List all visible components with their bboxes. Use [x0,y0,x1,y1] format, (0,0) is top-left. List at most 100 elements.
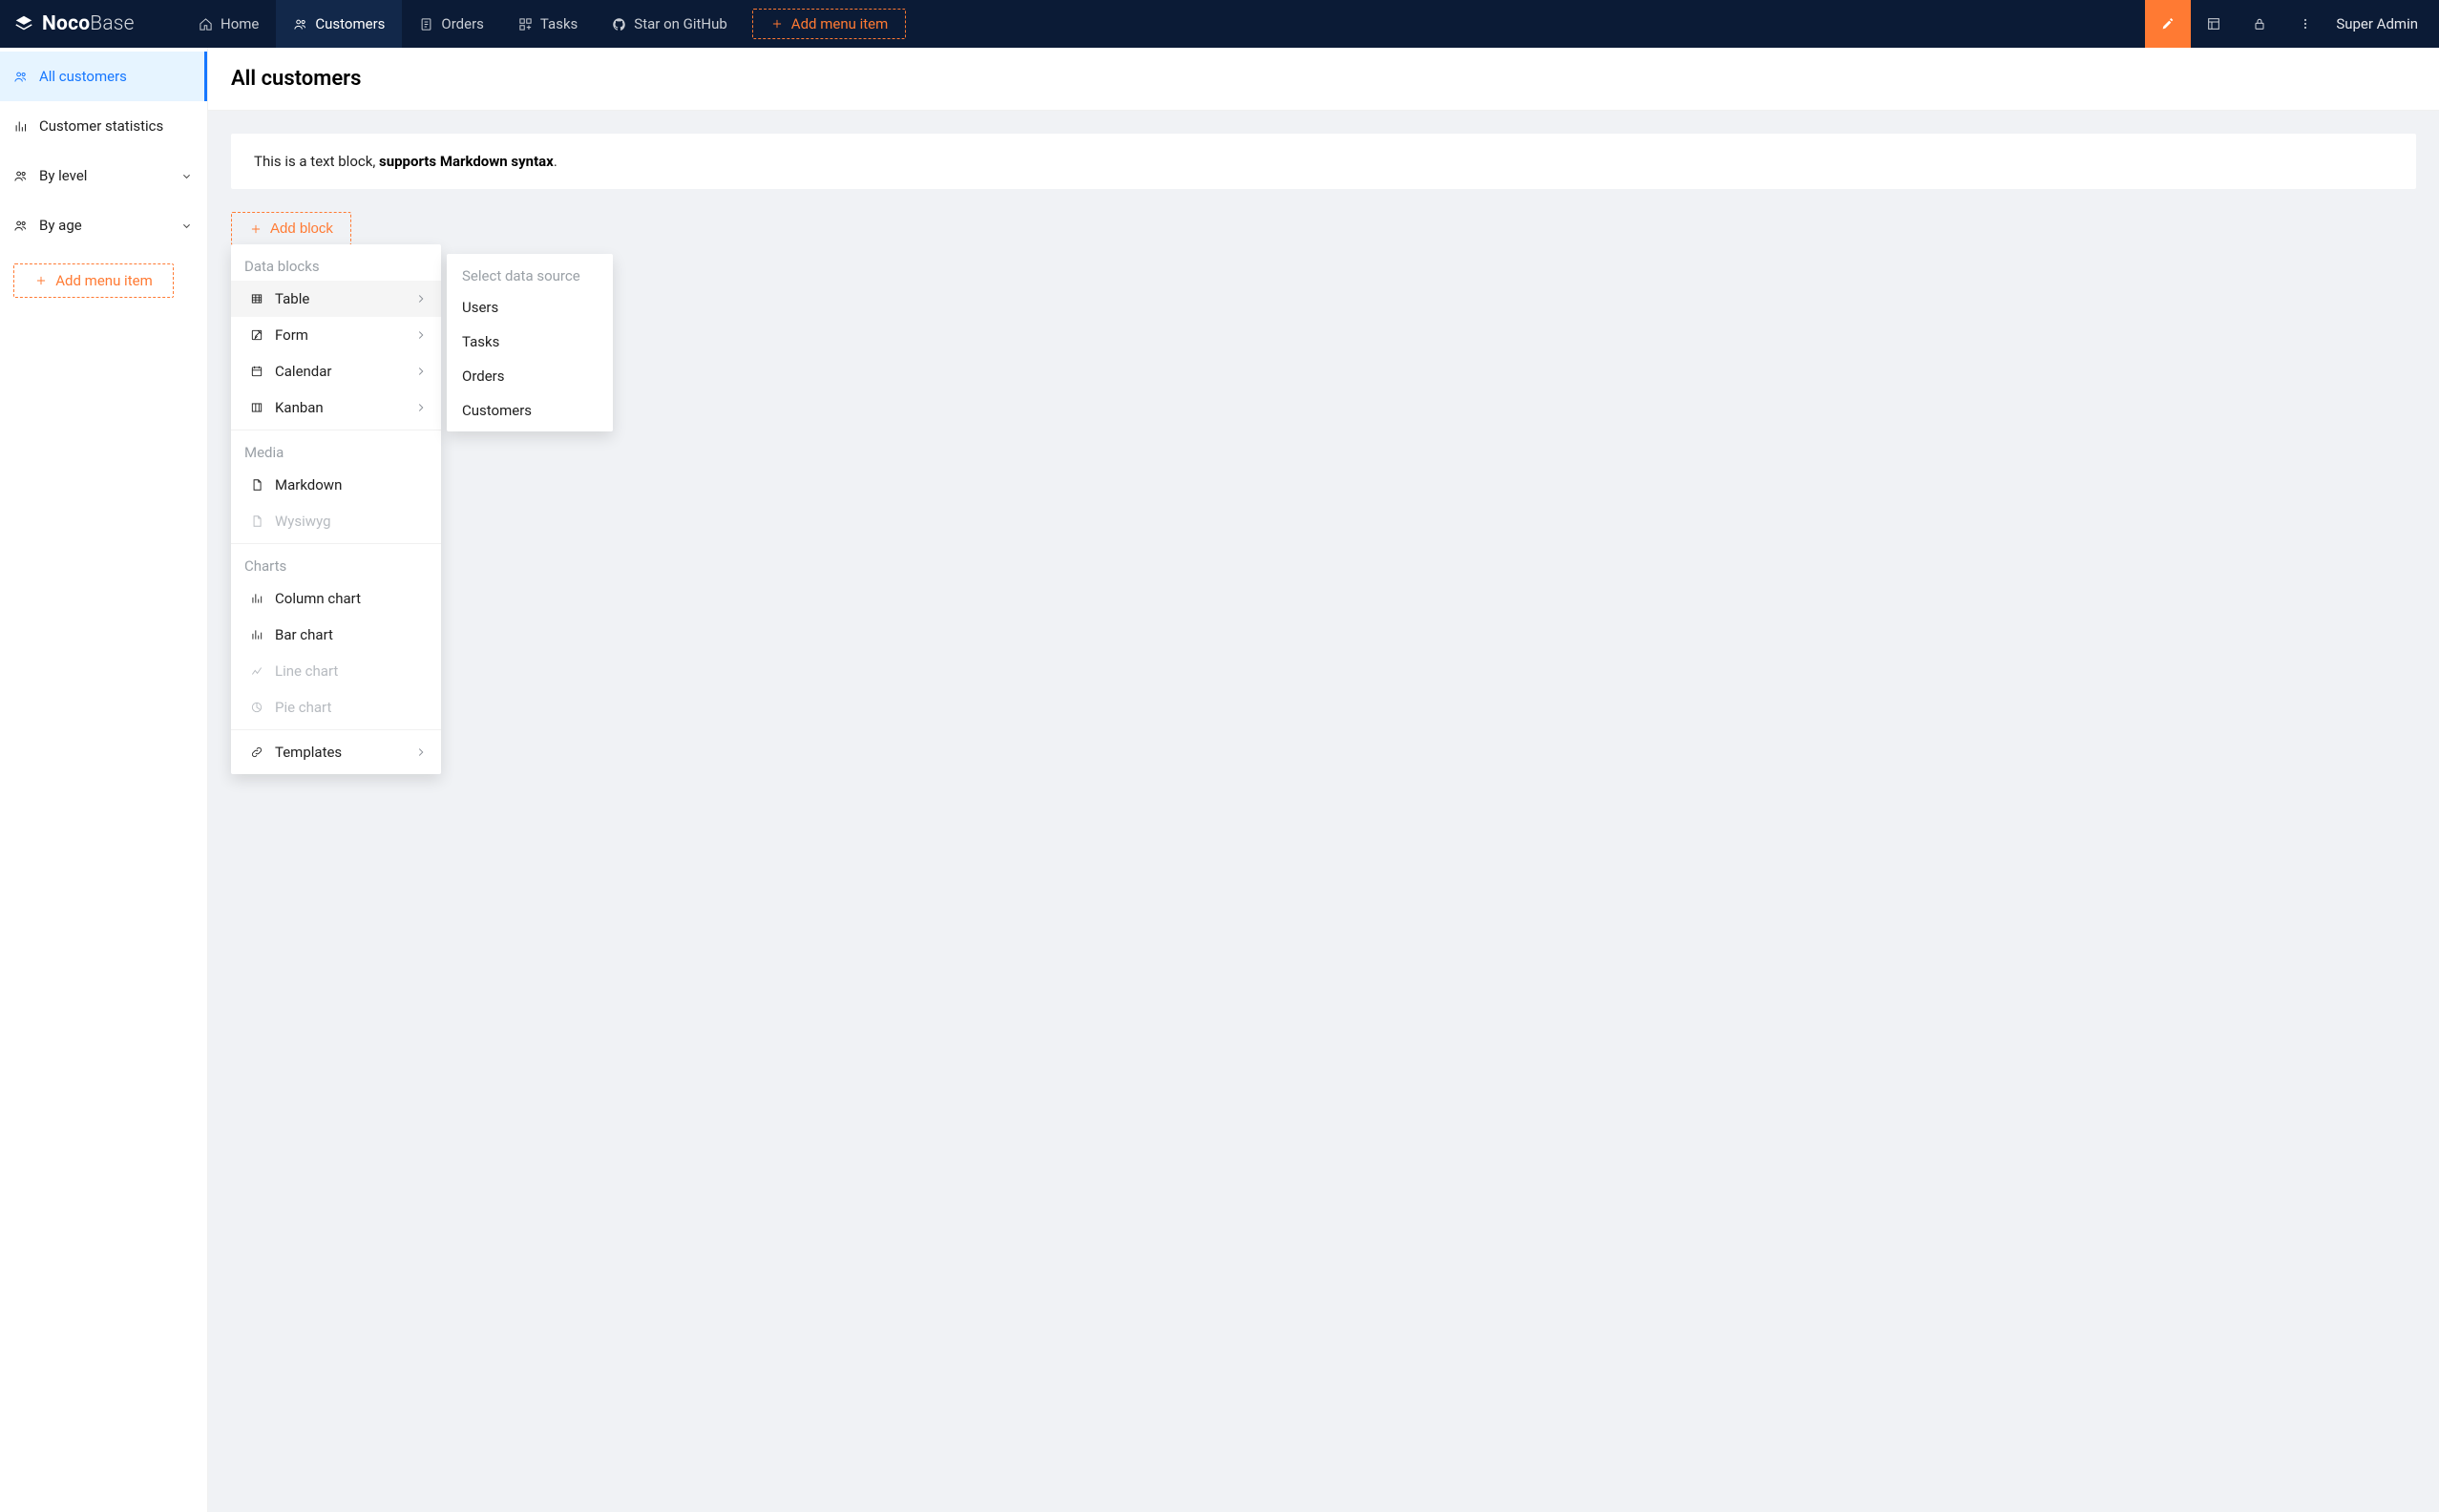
kanban-icon [250,401,263,414]
sidebar-add-menu-item[interactable]: Add menu item [13,263,174,298]
menu-item-label: Kanban [275,399,324,416]
markdown-text-suffix: . [554,153,557,170]
layout-icon [2206,16,2221,32]
nav-orders-label: Orders [441,15,484,32]
home-icon [199,17,213,32]
menu-section-data-blocks: Data blocks [231,248,441,281]
table-submenu: Select data source Users Tasks Orders Cu… [447,254,613,431]
layout-button[interactable] [2191,0,2237,48]
pie-chart-icon [250,701,263,714]
markdown-text-prefix: This is a text block, [254,153,379,170]
page-header: All customers [208,48,2439,111]
brand-logo[interactable]: NocoBase [0,0,181,48]
github-icon [612,17,626,32]
add-block-wrap: Add block Data blocks Table Form [231,212,351,245]
table-icon [250,292,263,305]
customers-icon [13,169,28,183]
submenu-label: Select data source [447,258,613,290]
lock-button[interactable] [2237,0,2282,48]
brand-part1: Noco [42,12,90,35]
menu-item-label: Markdown [275,476,342,494]
customers-icon [13,70,28,84]
menu-item-markdown[interactable]: Markdown [231,467,441,503]
submenu-item-customers[interactable]: Customers [447,393,613,428]
sidebar-item-label: By age [39,217,82,234]
current-user[interactable]: Super Admin [2328,0,2439,48]
chevron-right-icon [414,328,428,342]
chevron-down-icon [179,169,194,183]
highlighter-icon [2160,16,2176,32]
menu-item-label: Form [275,326,308,344]
add-block-button[interactable]: Add block [231,212,351,245]
nav-orders[interactable]: Orders [402,0,501,48]
chevron-right-icon [414,292,428,305]
sidebar-item-customer-statistics[interactable]: Customer statistics [0,101,207,151]
menu-item-kanban[interactable]: Kanban [231,389,441,426]
menu-separator [231,543,441,544]
tasks-icon [518,17,533,32]
add-block-label: Add block [270,220,333,237]
markdown-block: This is a text block, supports Markdown … [231,134,2416,189]
main: All customers This is a text block, supp… [208,48,2439,1512]
menu-item-pie-chart: Pie chart [231,689,441,725]
menu-item-column-chart[interactable]: Column chart [231,580,441,617]
sidebar-item-label: Customer statistics [39,117,163,135]
nav-customers[interactable]: Customers [276,0,402,48]
page-body: This is a text block, supports Markdown … [208,111,2439,1512]
nav-github-label: Star on GitHub [634,15,727,32]
highlighter-toggle[interactable] [2145,0,2191,48]
plus-icon [34,274,48,287]
menu-item-label: Calendar [275,363,332,380]
menu-section-charts: Charts [231,548,441,580]
nav-items: Home Customers Orders Tasks Star on GitH… [181,0,914,48]
menu-item-calendar[interactable]: Calendar [231,353,441,389]
menu-item-table[interactable]: Table [231,281,441,317]
bar-chart-icon [13,119,28,134]
submenu-item-tasks[interactable]: Tasks [447,325,613,359]
sidebar-item-by-level[interactable]: By level [0,151,207,200]
calendar-icon [250,365,263,378]
menu-item-bar-chart[interactable]: Bar chart [231,617,441,653]
nav-tasks[interactable]: Tasks [501,0,595,48]
menu-separator [231,729,441,730]
column-chart-icon [250,592,263,605]
file-icon [250,514,263,528]
add-block-menu: Data blocks Table Form Calendar [231,244,441,774]
menu-item-label: Table [275,290,309,307]
more-button[interactable] [2282,0,2328,48]
lock-icon [2252,16,2267,32]
menu-section-media: Media [231,434,441,467]
menu-item-label: Column chart [275,590,361,607]
sidebar-item-label: By level [39,167,87,184]
nav-home[interactable]: Home [181,0,276,48]
menu-item-label: Bar chart [275,626,333,643]
nav-add-menu-item[interactable]: Add menu item [752,9,906,39]
bar-chart-icon [250,628,263,641]
customers-icon [293,17,307,32]
markdown-text-bold: supports Markdown syntax [379,153,554,170]
nav-home-label: Home [221,15,259,32]
top-nav: NocoBase Home Customers Orders Tasks Sta… [0,0,2439,48]
nav-customers-label: Customers [315,15,385,32]
menu-item-label: Wysiwyg [275,513,331,530]
nav-github[interactable]: Star on GitHub [595,0,745,48]
menu-item-line-chart: Line chart [231,653,441,689]
menu-item-label: Line chart [275,662,338,680]
customers-icon [13,219,28,233]
submenu-item-users[interactable]: Users [447,290,613,325]
sidebar-item-by-age[interactable]: By age [0,200,207,250]
menu-item-label: Templates [275,744,342,761]
menu-item-wysiwyg: Wysiwyg [231,503,441,539]
menu-item-label: Pie chart [275,699,331,716]
link-icon [250,746,263,759]
current-user-label: Super Admin [2336,15,2418,32]
menu-item-form[interactable]: Form [231,317,441,353]
chevron-down-icon [179,219,194,233]
menu-item-templates[interactable]: Templates [231,734,441,770]
sidebar: All customers Customer statistics By lev… [0,48,208,1512]
sidebar-item-label: All customers [39,68,127,85]
chevron-right-icon [414,746,428,759]
submenu-item-orders[interactable]: Orders [447,359,613,393]
sidebar-item-all-customers[interactable]: All customers [0,52,207,101]
logo-icon [13,13,34,34]
